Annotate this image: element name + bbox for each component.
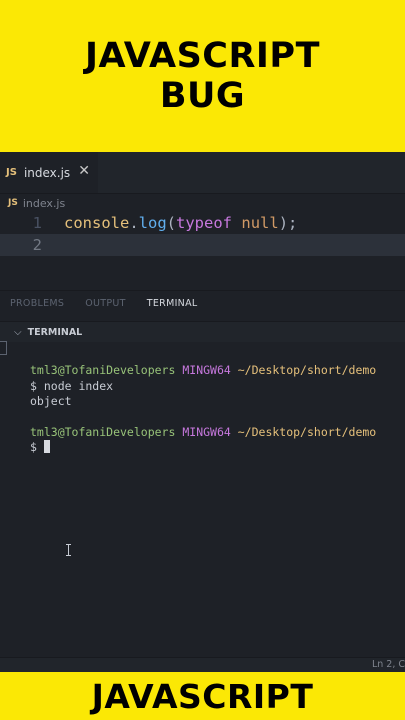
code-token: typeof	[176, 214, 233, 232]
input-prompt: $	[30, 440, 44, 454]
title-line-1: JAVASCRIPT	[85, 36, 320, 76]
footer-banner: JAVASCRIPT	[0, 672, 405, 720]
prompt-system: MINGW64	[182, 424, 231, 439]
close-icon[interactable]: ✕	[78, 163, 90, 179]
code-line[interactable]: 1 console.log(typeof null);	[0, 212, 405, 234]
terminal-command: $ node index	[30, 378, 114, 393]
code-token: (	[166, 214, 177, 232]
editor-tab-bar: JS index.js ✕	[0, 152, 405, 194]
cursor-position[interactable]: Ln 2, C	[372, 659, 405, 670]
bottom-panel: PROBLEMS OUTPUT TERMINAL ⌵ TERMINAL tml3…	[0, 290, 405, 672]
prompt-user: tml3@TofaniDevelopers	[30, 424, 176, 439]
panel-tab-bar: PROBLEMS OUTPUT TERMINAL	[10, 298, 218, 309]
terminal-section-header[interactable]: ⌵ TERMINAL	[0, 321, 405, 342]
status-bar: Ln 2, C	[0, 657, 405, 672]
line-number: 2	[32, 236, 42, 254]
title-banner: JAVASCRIPT BUG	[0, 0, 405, 152]
code-token: .	[129, 214, 139, 232]
code-token: log	[138, 214, 167, 232]
text-cursor-icon	[66, 544, 71, 556]
code-line-active[interactable]: 2	[0, 234, 405, 256]
breadcrumb[interactable]: JS index.js	[0, 193, 405, 213]
terminal-prompt: tml3@TofaniDevelopers MINGW64 ~/Desktop/…	[30, 363, 400, 379]
chevron-down-icon[interactable]: ⌵	[14, 327, 22, 338]
breadcrumb-file[interactable]: index.js	[23, 197, 65, 210]
prompt-path: ~/Desktop/short/demo	[237, 424, 377, 439]
js-icon: JS	[8, 198, 18, 208]
terminal-cursor	[43, 440, 50, 453]
prompt-system: MINGW64	[182, 363, 231, 377]
prompt-path: ~/Desktop/short/demo	[237, 363, 377, 377]
terminal-input-line[interactable]: $	[30, 440, 400, 456]
tab-problems[interactable]: PROBLEMS	[10, 298, 64, 309]
tab-index-js[interactable]: JS index.js ✕	[0, 152, 98, 193]
tab-output[interactable]: OUTPUT	[85, 298, 126, 309]
line-number: 1	[32, 214, 42, 232]
code-editor-window: JS index.js ✕ JS index.js 1 console.log(…	[0, 152, 405, 672]
code-area[interactable]: 1 console.log(typeof null); 2	[0, 212, 405, 256]
code-token: null	[241, 214, 279, 232]
tab-label: index.js	[23, 165, 71, 180]
tab-terminal[interactable]: TERMINAL	[147, 298, 198, 309]
terminal-prompt: tml3@TofaniDevelopers MINGW64 ~/Desktop/…	[30, 425, 400, 441]
code-text: console.log(typeof null);	[64, 212, 297, 234]
terminal-output[interactable]: tml3@TofaniDevelopers MINGW64 ~/Desktop/…	[30, 363, 400, 456]
title-line-2: BUG	[159, 76, 246, 116]
code-token: console	[64, 214, 130, 232]
panel-edge-marker	[0, 341, 7, 355]
terminal-section-title: TERMINAL	[27, 326, 83, 338]
prompt-user: tml3@TofaniDevelopers	[30, 363, 176, 377]
terminal-result: object	[30, 394, 72, 408]
footer-label: JAVASCRIPT	[91, 676, 314, 716]
js-icon: JS	[6, 167, 17, 178]
code-token: );	[278, 214, 298, 232]
